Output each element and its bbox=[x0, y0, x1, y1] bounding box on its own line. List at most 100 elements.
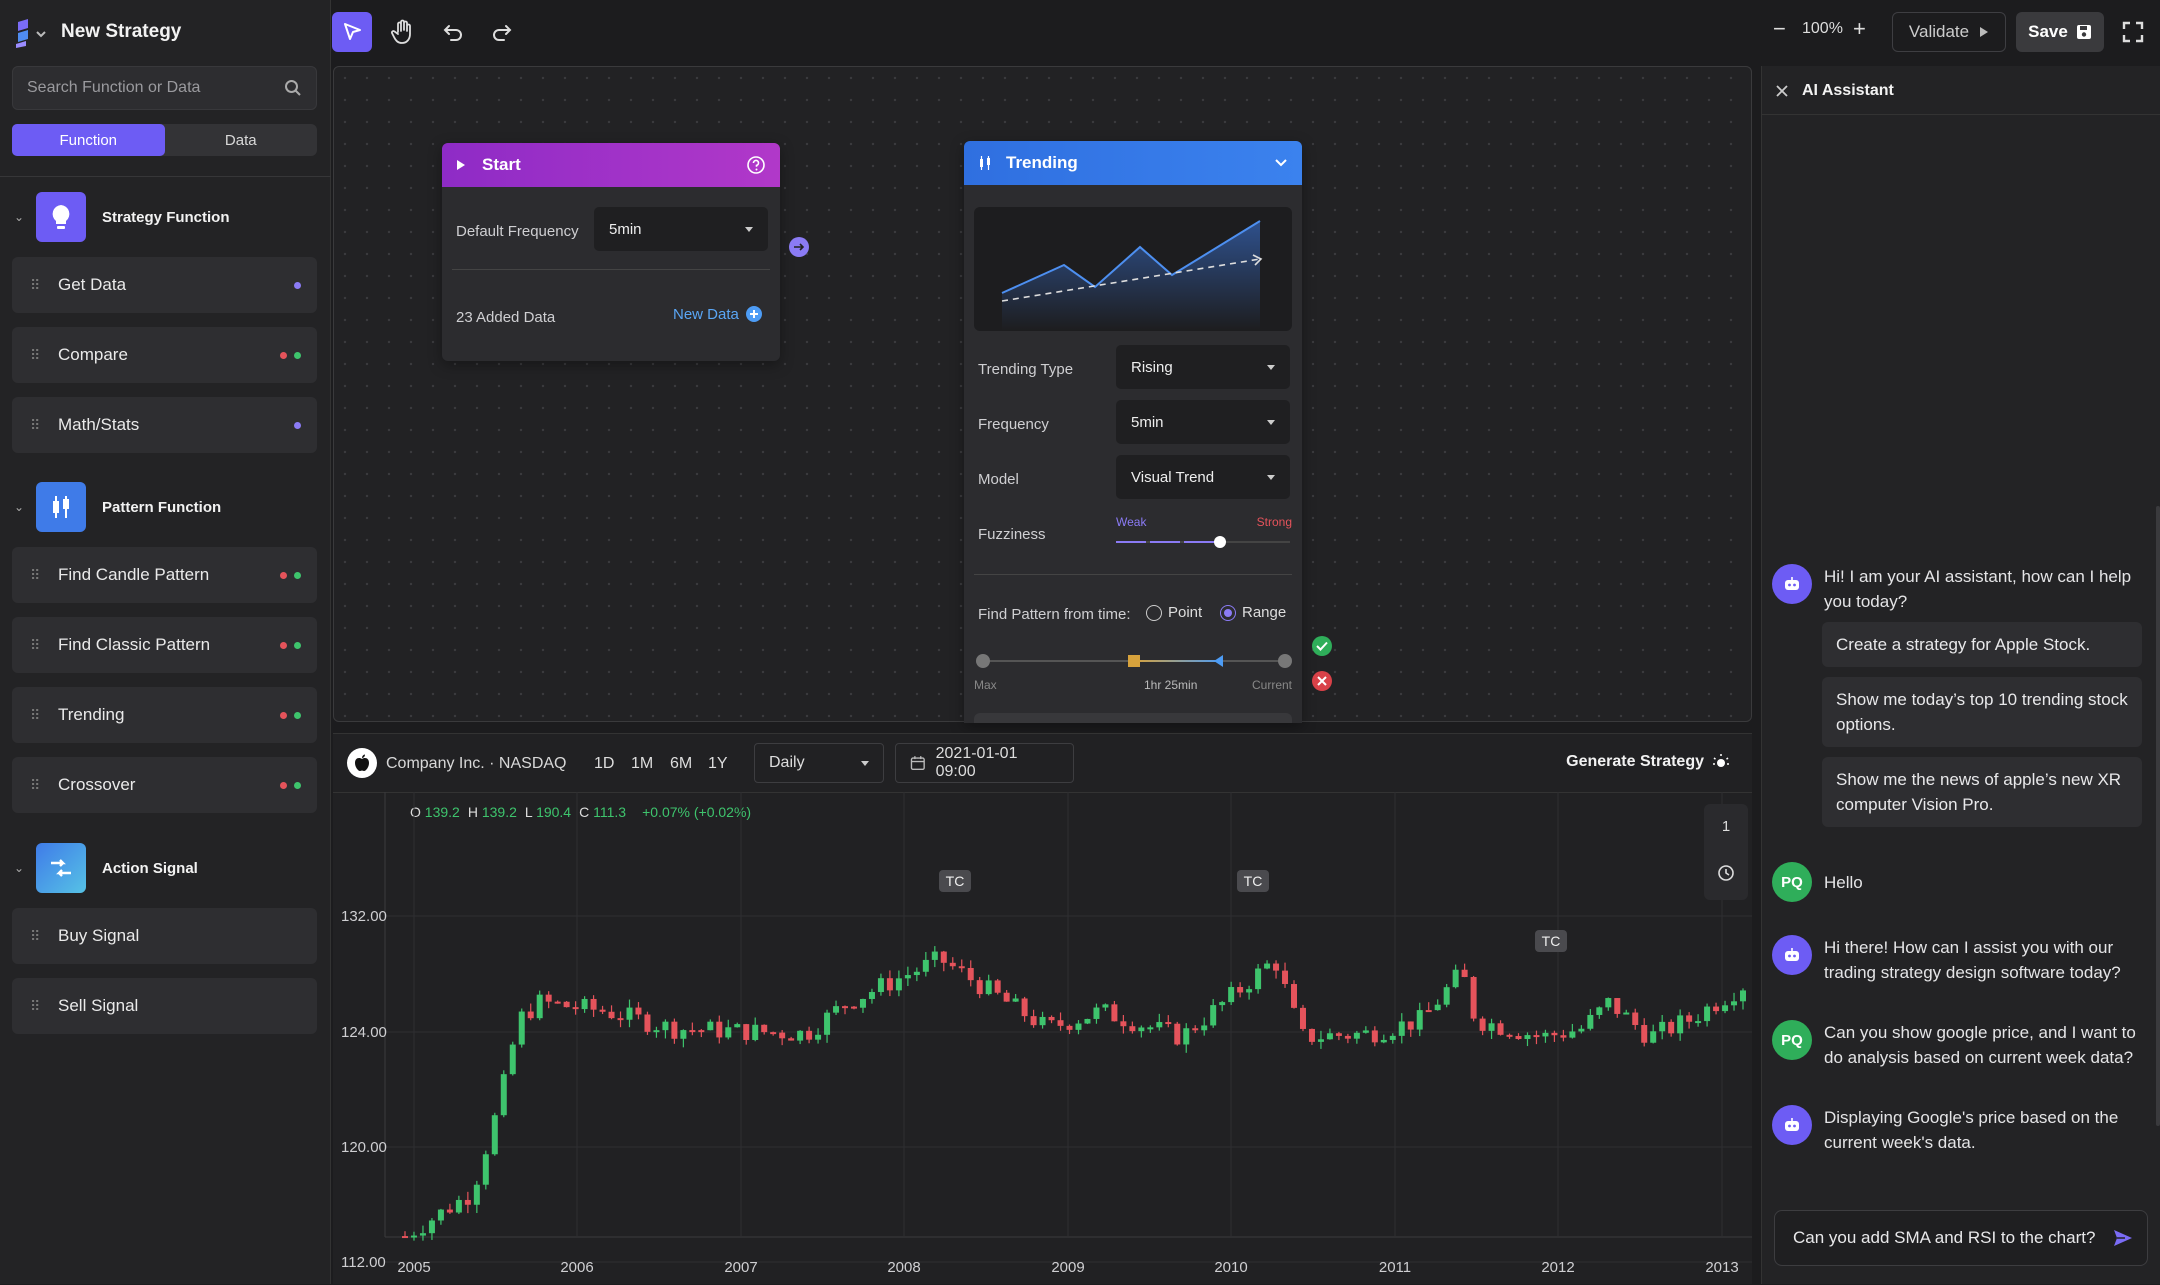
drag-handle-icon[interactable]: ⠿ bbox=[30, 928, 44, 945]
tab-data[interactable]: Data bbox=[165, 124, 318, 156]
drag-handle-icon[interactable]: ⠿ bbox=[30, 707, 44, 724]
app-logo[interactable] bbox=[14, 18, 46, 48]
candle bbox=[1039, 1016, 1046, 1026]
candle bbox=[1731, 1001, 1738, 1006]
fuzziness-slider[interactable] bbox=[1116, 536, 1290, 549]
candle bbox=[985, 980, 992, 995]
date-picker[interactable]: 2021-01-01 09:00 bbox=[895, 743, 1074, 783]
candlestick-chart[interactable]: 132.00 124.00 120.00 112.00 2005 2006 2007 2008… bbox=[333, 792, 1752, 1285]
slider-thumb[interactable] bbox=[1214, 536, 1227, 548]
drag-handle-icon[interactable]: ⠿ bbox=[30, 417, 44, 434]
timeframe-1d[interactable]: 1D bbox=[594, 755, 614, 773]
new-data-button[interactable]: New Data bbox=[673, 305, 763, 323]
sidebar-item-sell-signal[interactable]: ⠿ Sell Signal bbox=[12, 978, 317, 1034]
drag-handle-icon[interactable]: ⠿ bbox=[30, 998, 44, 1015]
range-current-label: Current bbox=[1251, 678, 1292, 692]
group-pattern-function[interactable]: ⌄ Pattern Function bbox=[14, 482, 221, 532]
undo-button[interactable] bbox=[433, 12, 473, 52]
chevron-down-icon[interactable]: ⌄ bbox=[14, 861, 28, 875]
candle bbox=[518, 1011, 525, 1045]
close-icon[interactable] bbox=[1776, 85, 1788, 97]
zoom-out-button[interactable]: − bbox=[1773, 16, 1786, 42]
search-icon[interactable] bbox=[284, 79, 302, 102]
drag-handle-icon[interactable]: ⠿ bbox=[30, 347, 44, 364]
model-select[interactable]: Visual Trend bbox=[1116, 455, 1290, 499]
trending-node[interactable]: Trending Trending Type Rising Frequency … bbox=[964, 141, 1302, 723]
chat-input[interactable]: Can you add SMA and RSI to the chart? bbox=[1793, 1228, 2095, 1248]
group-action-signal[interactable]: ⌄ Action Signal bbox=[14, 843, 198, 893]
frequency-select[interactable]: 5min bbox=[1116, 400, 1290, 444]
drag-handle-icon[interactable]: ⠿ bbox=[30, 567, 44, 584]
function-search[interactable] bbox=[12, 66, 317, 110]
default-frequency-select[interactable]: 5min bbox=[594, 207, 768, 251]
radio-range[interactable]: Range bbox=[1220, 604, 1286, 621]
candle bbox=[410, 1235, 417, 1238]
radio-point[interactable]: Point bbox=[1146, 604, 1202, 621]
timeframe-1y[interactable]: 1Y bbox=[708, 755, 728, 773]
interval-select[interactable]: Daily bbox=[754, 743, 884, 783]
help-circle-icon[interactable] bbox=[746, 155, 766, 175]
chevron-down-icon[interactable]: ⌄ bbox=[14, 500, 28, 514]
send-icon[interactable] bbox=[2113, 1229, 2133, 1247]
fullscreen-button[interactable] bbox=[2113, 12, 2153, 52]
chat-text: Hello bbox=[1824, 872, 1863, 892]
redo-icon bbox=[493, 25, 512, 41]
candle bbox=[1497, 1023, 1504, 1035]
timeframe-1m[interactable]: 1M bbox=[631, 755, 653, 773]
sidebar-item-get-data[interactable]: ⠿ Get Data bbox=[12, 257, 317, 313]
app-title[interactable]: New Strategy bbox=[61, 21, 181, 43]
search-input[interactable] bbox=[27, 79, 277, 97]
trending-type-select[interactable]: Rising bbox=[1116, 345, 1290, 389]
drag-handle-icon[interactable]: ⠿ bbox=[30, 277, 44, 294]
radio-circle[interactable] bbox=[1220, 604, 1236, 621]
output-port[interactable] bbox=[789, 237, 809, 257]
cancel-x-button[interactable] bbox=[1312, 671, 1332, 691]
chart-page-number[interactable]: 1 bbox=[1704, 818, 1748, 835]
sidebar-item-find-candle-pattern[interactable]: ⠿ Find Candle Pattern bbox=[12, 547, 317, 603]
validate-button[interactable]: Validate bbox=[1892, 12, 2006, 52]
candle bbox=[1147, 1027, 1154, 1030]
range-start-handle[interactable] bbox=[1128, 655, 1140, 667]
chevron-down-icon[interactable] bbox=[1274, 158, 1288, 168]
radio-circle[interactable] bbox=[1146, 604, 1162, 621]
group-strategy-function[interactable]: ⌄ Strategy Function bbox=[14, 192, 230, 242]
sidebar-item-find-classic-pattern[interactable]: ⠿ Find Classic Pattern bbox=[12, 617, 317, 673]
timeframe-6m[interactable]: 6M bbox=[670, 755, 692, 773]
generate-strategy-button[interactable]: Generate Strategy bbox=[1566, 753, 1730, 771]
drag-handle-icon[interactable]: ⠿ bbox=[30, 637, 44, 654]
time-range-slider[interactable] bbox=[974, 651, 1292, 671]
confirm-check-button[interactable] bbox=[1312, 636, 1332, 656]
sidebar-item-crossover[interactable]: ⠿ Crossover bbox=[12, 757, 317, 813]
start-node-header[interactable]: Start bbox=[442, 143, 780, 187]
range-current-handle[interactable] bbox=[1278, 654, 1292, 668]
scrollbar[interactable] bbox=[2156, 506, 2160, 1126]
save-button[interactable]: Save bbox=[2016, 12, 2104, 52]
sidebar-item-compare[interactable]: ⠿ Compare bbox=[12, 327, 317, 383]
candle bbox=[1713, 1006, 1720, 1012]
chat-message-bot: Hi! I am your AI assistant, how can I he… bbox=[1772, 564, 2142, 614]
zoom-in-button[interactable]: + bbox=[1853, 16, 1866, 42]
drag-handle-icon[interactable]: ⠿ bbox=[30, 777, 44, 794]
select-tool-button[interactable] bbox=[332, 12, 372, 52]
sidebar-item-math-stats[interactable]: ⠿ Math/Stats bbox=[12, 397, 317, 453]
candle bbox=[1201, 1025, 1208, 1031]
sidebar-item-buy-signal[interactable]: ⠿ Buy Signal bbox=[12, 908, 317, 964]
tab-function[interactable]: Function bbox=[12, 124, 165, 156]
select-value: 5min bbox=[1131, 413, 1164, 431]
sidebar-item-trending[interactable]: ⠿ Trending bbox=[12, 687, 317, 743]
chat-input-box[interactable]: Can you add SMA and RSI to the chart? bbox=[1774, 1210, 2148, 1266]
range-end-handle[interactable] bbox=[1214, 655, 1223, 667]
suggestion-chip[interactable]: Show me the news of apple’s new XR compu… bbox=[1822, 757, 2142, 827]
pan-tool-button[interactable] bbox=[383, 12, 423, 52]
suggestion-chip[interactable]: Show me today’s top 10 trending stock op… bbox=[1822, 677, 2142, 747]
generate-strategy-label: Generate Strategy bbox=[1566, 753, 1704, 770]
strategy-canvas[interactable]: Start Default Frequency 5min 23 Added Da… bbox=[333, 66, 1752, 723]
redo-button[interactable] bbox=[482, 12, 522, 52]
chevron-down-icon[interactable]: ⌄ bbox=[14, 210, 28, 224]
range-max-handle[interactable] bbox=[976, 654, 990, 668]
trending-node-header[interactable]: Trending bbox=[964, 141, 1302, 185]
suggestion-chip[interactable]: Create a strategy for Apple Stock. bbox=[1822, 622, 2142, 667]
start-node[interactable]: Start Default Frequency 5min 23 Added Da… bbox=[442, 143, 780, 361]
candle bbox=[1111, 1004, 1118, 1022]
clock-icon[interactable] bbox=[1717, 864, 1735, 882]
